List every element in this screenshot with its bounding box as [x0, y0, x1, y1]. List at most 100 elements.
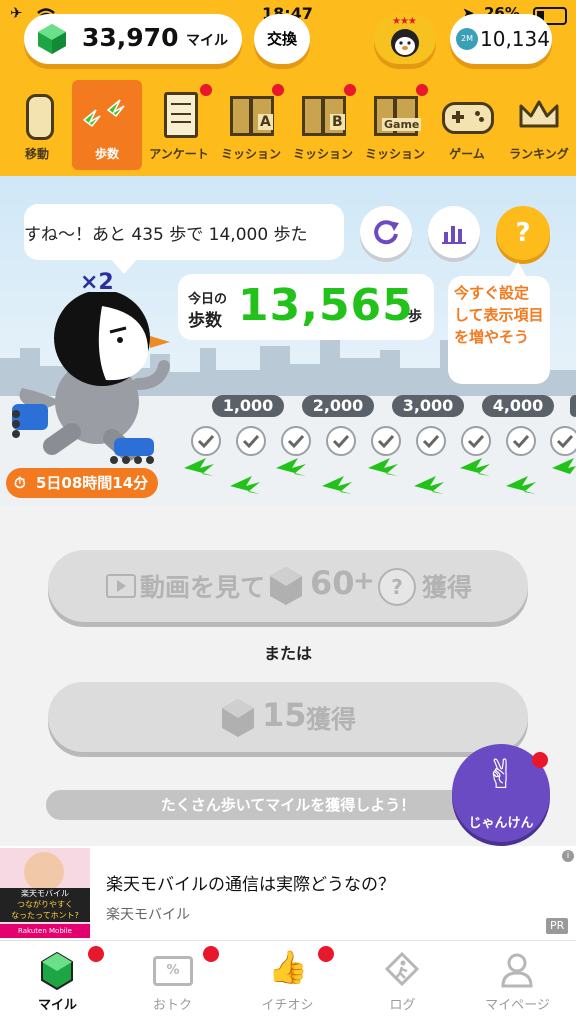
points-pill[interactable]: 2M 10,134 — [450, 14, 552, 64]
earn-15-button[interactable]: 15 獲得 — [48, 682, 528, 752]
milestone-3000: 3,000 — [392, 395, 464, 417]
nav-survey[interactable]: アンケート — [144, 80, 214, 170]
ad-thumb-caption: 楽天モバイル つながりやすく なったってホント? — [0, 888, 90, 922]
check-icon — [371, 426, 401, 456]
coupon-icon: % — [153, 956, 193, 986]
steps-label: 歩数 — [188, 311, 222, 331]
help-button[interactable]: ? — [496, 206, 550, 260]
nav-game[interactable]: ゲーム — [432, 80, 502, 170]
green-gem-icon — [38, 24, 66, 54]
person-icon — [501, 953, 533, 988]
tab-pickup[interactable]: 👍 イチオシ — [230, 946, 345, 1024]
speech-tail — [110, 258, 138, 274]
or-label: または — [263, 644, 312, 663]
stats-button[interactable] — [428, 206, 480, 258]
milestone-2000: 2,000 — [302, 395, 374, 417]
timer-text: 5日08時間14分 — [36, 474, 149, 492]
check-icon — [191, 426, 221, 456]
nav-label: ミッション — [220, 147, 281, 161]
penguin-mascot — [12, 292, 170, 464]
check-icon — [461, 426, 491, 456]
exchange-button[interactable]: 交換 — [254, 14, 310, 64]
phone-cylinder-icon — [26, 94, 54, 140]
tip-text: 今すぐ設定して表示項目を増やそう — [454, 284, 544, 346]
earn-amount: 15 — [262, 696, 307, 734]
nav-label: ミッション — [292, 147, 353, 161]
penguin-rank-button[interactable]: ★★★ — [374, 14, 436, 64]
gift-tag: A — [258, 114, 273, 130]
gray-gem-icon — [222, 699, 254, 737]
steps-unit: 歩 — [408, 309, 422, 325]
check-icon — [416, 426, 446, 456]
notification-dot — [318, 946, 334, 962]
pr-badge: PR — [546, 918, 569, 934]
nav-ranking[interactable]: ランキング — [504, 80, 574, 170]
earn-label: 獲得 — [422, 573, 473, 602]
walker-icon — [385, 952, 419, 987]
nav-steps[interactable]: 歩数 — [72, 80, 142, 170]
tab-log[interactable]: ログ — [345, 946, 460, 1024]
check-icon — [281, 426, 311, 456]
plus-sign: + — [353, 566, 375, 596]
nav-label: ランキング — [509, 147, 569, 161]
check-icon — [506, 426, 536, 456]
ad-brand-strip: Rakuten Mobile — [0, 924, 90, 938]
milestone-1000: 1,000 — [212, 395, 284, 417]
clipboard-icon — [164, 92, 198, 138]
nav-mission-a[interactable]: A ミッション — [216, 80, 286, 170]
nav-label: ゲーム — [449, 147, 485, 161]
question-icon: ? — [515, 218, 531, 248]
gift-tag: Game — [382, 118, 422, 131]
ad-info-icon[interactable]: i — [562, 850, 574, 862]
steps-value: 13,565 — [238, 280, 414, 331]
nav-label: アンケート — [149, 147, 209, 161]
nav-move[interactable]: 移動 — [2, 80, 72, 170]
rank-stars-icon: ★★★ — [392, 16, 417, 27]
video-amount: 60 — [310, 564, 355, 602]
nav-label: 移動 — [24, 147, 49, 161]
ad-source: 楽天モバイル — [106, 907, 190, 923]
refresh-button[interactable] — [360, 206, 412, 258]
tip-tail — [510, 262, 526, 276]
nav-mission-game[interactable]: Game ミッション — [360, 80, 430, 170]
ad-banner[interactable]: 楽天モバイル つながりやすく なったってホント? Rakuten Mobile … — [0, 846, 576, 940]
stopwatch-icon: ⏱ — [14, 474, 26, 492]
milestone-4000: 4,000 — [482, 395, 554, 417]
gem-icon — [41, 952, 73, 990]
tab-deals[interactable]: % おトク — [115, 946, 230, 1024]
notification-dot — [344, 84, 356, 96]
tab-mypage[interactable]: マイページ — [460, 946, 575, 1024]
tab-label: イチオシ — [261, 998, 314, 1013]
milestone-next — [570, 395, 576, 417]
nav-label: ミッション — [364, 147, 425, 161]
miles-pill[interactable]: 33,970 マイル — [24, 14, 242, 64]
bar-chart-icon — [442, 226, 466, 244]
check-icon — [550, 426, 576, 456]
settings-tip[interactable]: 今すぐ設定して表示項目を増やそう — [448, 276, 550, 384]
gamepad-icon — [442, 102, 494, 134]
notification-dot — [532, 752, 548, 768]
points-badge-icon: 2M — [456, 28, 478, 50]
miles-unit: マイル — [186, 33, 228, 49]
tab-label: マイル — [37, 998, 77, 1013]
earn-label: 獲得 — [306, 705, 357, 734]
timer-badge: ⏱ 5日08時間14分 — [6, 468, 159, 498]
gift-tag: B — [330, 114, 345, 130]
watch-video-button[interactable]: 動画を見て 60 + ? 獲得 — [48, 550, 528, 622]
header: ✈ 18:47 ➤ 26% 33,970 マイル 交換 ★★★ 2M 10,13 — [0, 0, 576, 176]
tab-label: おトク — [152, 998, 192, 1013]
ad-person-image — [24, 852, 64, 892]
nav-mission-b[interactable]: B ミッション — [288, 80, 358, 170]
notification-dot — [272, 84, 284, 96]
tab-miles[interactable]: マイル — [0, 946, 115, 1024]
check-icon — [236, 426, 266, 456]
footprints-trail — [184, 458, 576, 494]
footprints-icon — [82, 99, 125, 128]
notification-dot — [416, 84, 428, 96]
points-value: 10,134 — [480, 27, 550, 51]
airplane-icon: ✈ — [10, 4, 23, 22]
mystery-coin-icon: ? — [378, 568, 416, 606]
thumbs-up-icon: 👍 — [268, 948, 308, 986]
check-icon — [326, 426, 356, 456]
ad-title[interactable]: 楽天モバイルの通信は実際どうなの？ — [106, 870, 395, 895]
